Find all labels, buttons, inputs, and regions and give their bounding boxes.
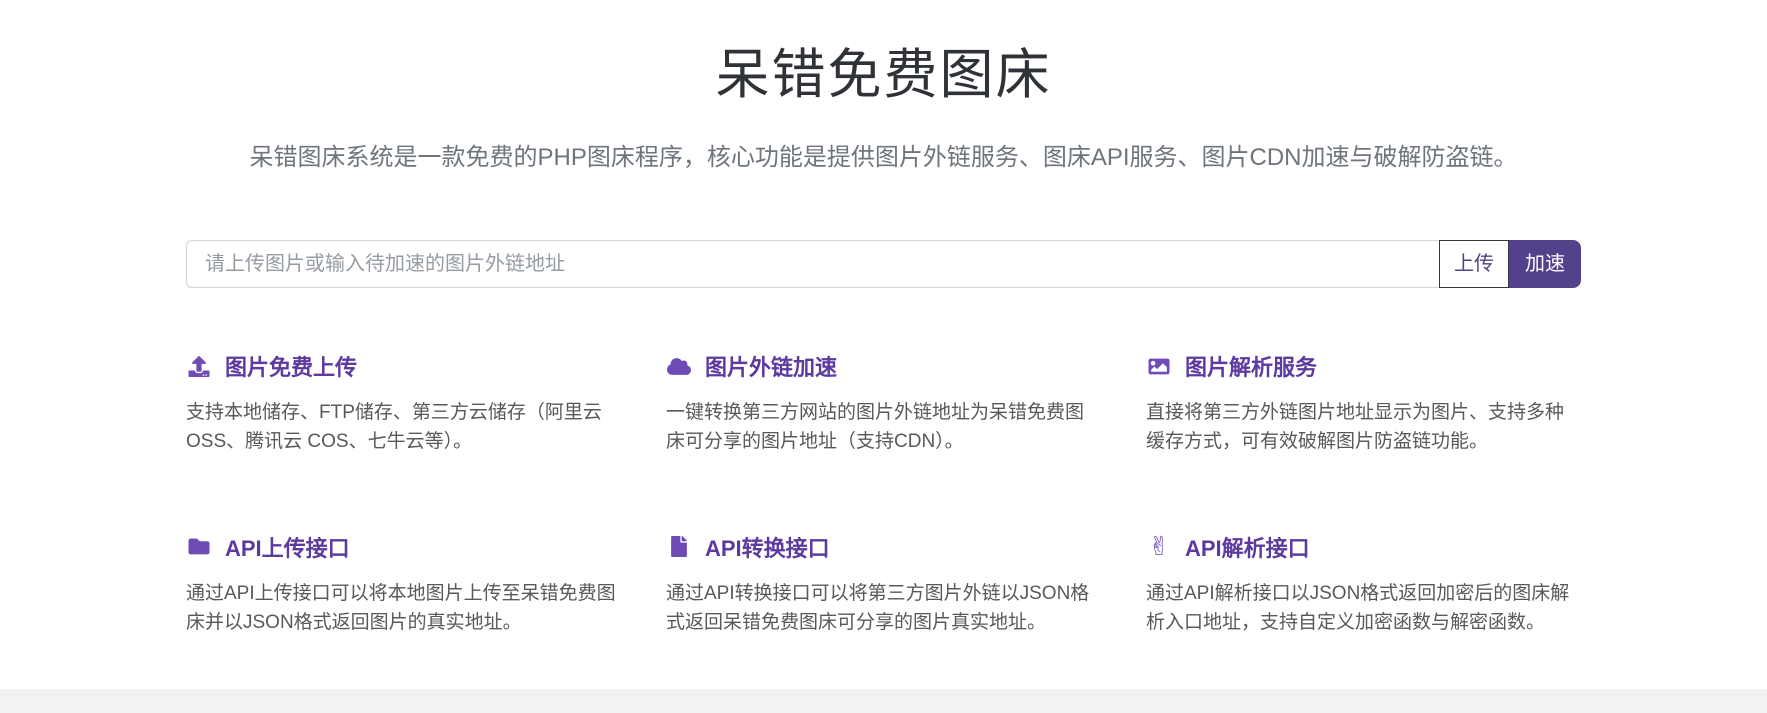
feature-head: API上传接口 — [186, 531, 621, 563]
feature-description: 通过API解析接口以JSON格式返回加密后的图床解析入口地址，支持自定义加密函数… — [1146, 579, 1581, 638]
feature-title[interactable]: 图片解析服务 — [1185, 350, 1317, 382]
feature-title[interactable]: API上传接口 — [225, 531, 350, 563]
feature-card-link-acceleration: 图片外链加速 一键转换第三方网站的图片外链地址为呆错免费图床可分享的图片地址（支… — [666, 350, 1101, 457]
feature-description: 直接将第三方外链图片地址显示为图片、支持多种缓存方式，可有效破解图片防盗链功能。 — [1146, 398, 1581, 457]
feature-title[interactable]: 图片外链加速 — [705, 350, 837, 382]
url-input-group: 上传 加速 — [186, 240, 1581, 288]
cloud-icon — [666, 354, 692, 378]
feature-head: 图片外链加速 — [666, 350, 1101, 382]
footer-strip — [0, 689, 1767, 713]
page-title: 呆错免费图床 — [186, 30, 1581, 109]
feature-card-api-parsing: ✌ API解析接口 通过API解析接口以JSON格式返回加密后的图床解析入口地址… — [1146, 531, 1581, 638]
main-content: 呆错免费图床 呆错图床系统是一款免费的PHP图床程序，核心功能是提供图片外链服务… — [186, 30, 1581, 638]
feature-head: 图片免费上传 — [186, 350, 621, 382]
page-subtitle: 呆错图床系统是一款免费的PHP图床程序，核心功能是提供图片外链服务、图床API服… — [186, 137, 1581, 172]
feature-head: 图片解析服务 — [1146, 350, 1581, 382]
file-icon — [666, 535, 692, 559]
feature-card-api-upload: API上传接口 通过API上传接口可以将本地图片上传至呆错免费图床并以JSON格… — [186, 531, 621, 638]
feature-title[interactable]: API解析接口 — [1185, 531, 1310, 563]
feature-grid: 图片免费上传 支持本地储存、FTP储存、第三方云储存（阿里云 OSS、腾讯云 C… — [186, 350, 1581, 638]
feature-head: API转换接口 — [666, 531, 1101, 563]
upload-icon — [186, 354, 212, 378]
folder-icon — [186, 535, 212, 559]
feature-description: 通过API转换接口可以将第三方图片外链以JSON格式返回呆错免费图床可分享的图片… — [666, 579, 1101, 638]
hand-scissors-icon: ✌ — [1146, 535, 1172, 559]
feature-description: 一键转换第三方网站的图片外链地址为呆错免费图床可分享的图片地址（支持CDN）。 — [666, 398, 1101, 457]
upload-button[interactable]: 上传 — [1439, 240, 1509, 288]
feature-description: 通过API上传接口可以将本地图片上传至呆错免费图床并以JSON格式返回图片的真实… — [186, 579, 621, 638]
feature-card-api-convert: API转换接口 通过API转换接口可以将第三方图片外链以JSON格式返回呆错免费… — [666, 531, 1101, 638]
feature-title[interactable]: 图片免费上传 — [225, 350, 357, 382]
feature-card-free-upload: 图片免费上传 支持本地储存、FTP储存、第三方云储存（阿里云 OSS、腾讯云 C… — [186, 350, 621, 457]
feature-card-image-parsing: 图片解析服务 直接将第三方外链图片地址显示为图片、支持多种缓存方式，可有效破解图… — [1146, 350, 1581, 457]
accelerate-button[interactable]: 加速 — [1509, 240, 1581, 288]
feature-description: 支持本地储存、FTP储存、第三方云储存（阿里云 OSS、腾讯云 COS、七牛云等… — [186, 398, 621, 457]
feature-title[interactable]: API转换接口 — [705, 531, 830, 563]
feature-head: ✌ API解析接口 — [1146, 531, 1581, 563]
image-icon — [1146, 354, 1172, 378]
image-url-input[interactable] — [186, 240, 1439, 288]
